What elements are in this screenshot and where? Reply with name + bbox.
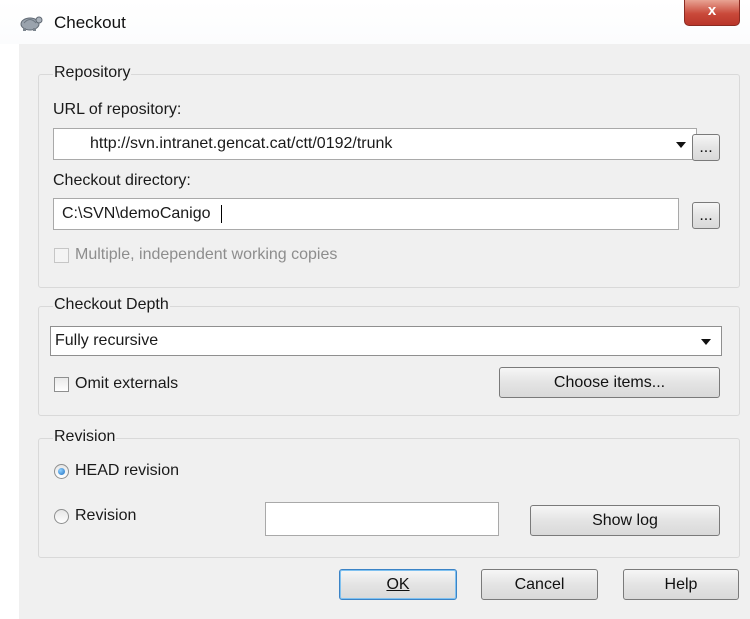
checkout-depth-group: Checkout Depth [38, 296, 740, 416]
revision-group-title: Revision [53, 428, 117, 446]
checkout-dir-value: C:\SVN\demoCanigo [62, 205, 211, 222]
revision-group: Revision [38, 428, 740, 558]
url-label: URL of repository: [53, 101, 182, 118]
url-value: http://svn.intranet.gencat.cat/ctt/0192/… [90, 135, 393, 152]
choose-items-button[interactable]: Choose items... [499, 367, 720, 398]
title-bar: Checkout x [0, 0, 750, 44]
tortoise-svn-icon [20, 16, 43, 31]
url-browse-button[interactable]: ... [692, 134, 720, 161]
repository-group-title: Repository [53, 64, 132, 82]
close-icon: x [707, 2, 717, 19]
dropdown-arrow-icon[interactable] [701, 339, 711, 345]
show-log-button[interactable]: Show log [530, 505, 720, 536]
checkout-dir-browse-button[interactable]: ... [692, 202, 720, 229]
multiple-copies-label: Multiple, independent working copies [75, 246, 338, 263]
dropdown-arrow-icon[interactable] [676, 142, 686, 148]
url-combo[interactable]: http://svn.intranet.gencat.cat/ctt/0192/… [53, 128, 697, 160]
cancel-button[interactable]: Cancel [481, 569, 598, 600]
radio-selected-dot [58, 468, 65, 475]
dialog-body: Repository URL of repository: http://svn… [19, 44, 750, 619]
revision-radio[interactable] [54, 509, 69, 524]
ok-label: OK [386, 576, 410, 593]
multiple-copies-checkbox[interactable] [54, 248, 69, 263]
help-button[interactable]: Help [623, 569, 739, 600]
depth-selected-value: Fully recursive [55, 332, 159, 349]
checkout-dir-input[interactable]: C:\SVN\demoCanigo [53, 198, 679, 230]
checkout-dir-label: Checkout directory: [53, 172, 191, 189]
checkout-depth-group-title: Checkout Depth [53, 296, 170, 314]
head-revision-label: HEAD revision [75, 462, 180, 479]
head-revision-radio[interactable] [54, 464, 69, 479]
revision-input[interactable] [265, 502, 499, 536]
close-button[interactable]: x [684, 0, 740, 26]
omit-externals-checkbox[interactable] [54, 377, 69, 392]
window-title: Checkout [54, 13, 126, 32]
omit-externals-label: Omit externals [75, 375, 179, 392]
ok-button[interactable]: OK [339, 569, 457, 600]
revision-label: Revision [75, 507, 137, 524]
text-caret [221, 205, 222, 223]
depth-select[interactable]: Fully recursive [50, 326, 722, 356]
